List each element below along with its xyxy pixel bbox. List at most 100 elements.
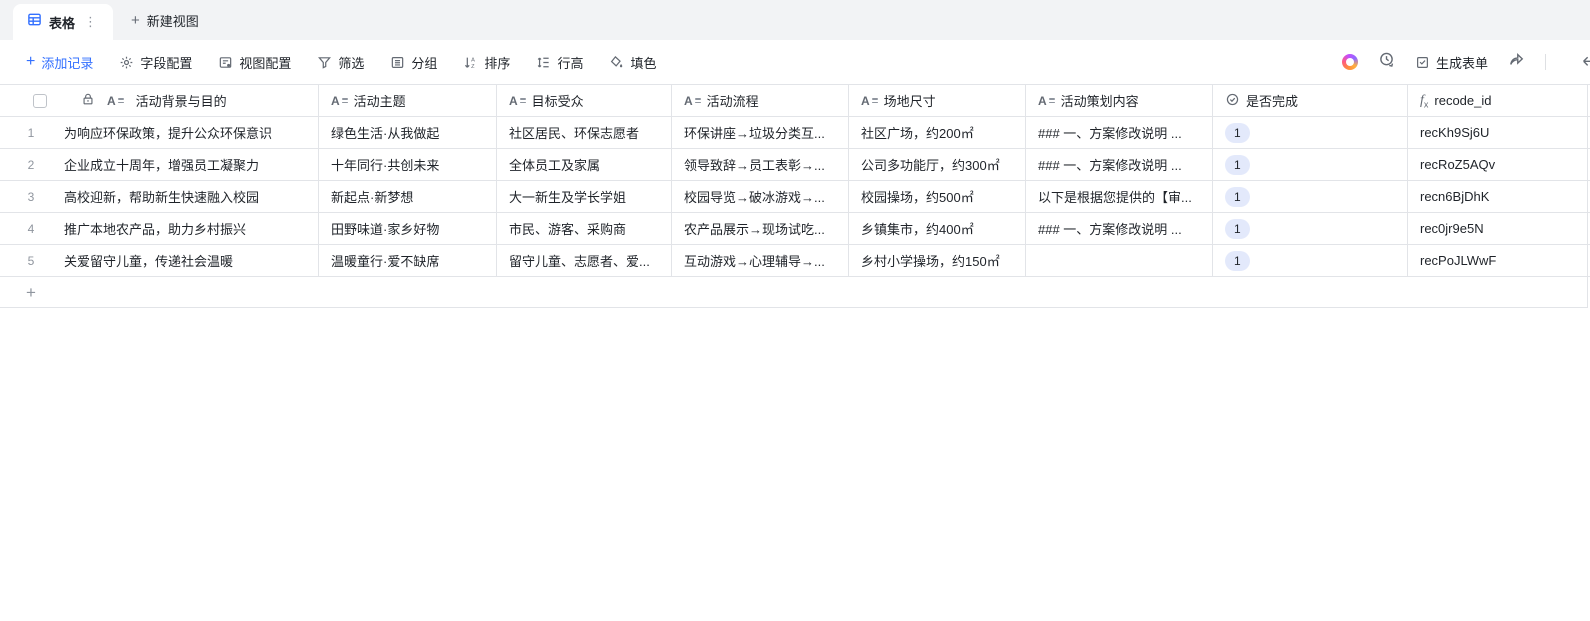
fill-color-button[interactable]: 填色 — [609, 53, 656, 72]
generate-form-button[interactable]: 生成表单 — [1415, 53, 1488, 72]
cell-planning[interactable]: 以下是根据您提供的【审... — [1026, 181, 1213, 212]
form-check-icon — [1415, 55, 1430, 70]
column-header-recode-id[interactable]: fx recode_id — [1408, 85, 1588, 116]
cell-flow[interactable]: 领导致辞→员工表彰→... — [672, 149, 849, 180]
cell-audience[interactable]: 全体员工及家属 — [497, 149, 672, 180]
tab-more-menu-icon[interactable]: ⋮ — [82, 14, 99, 30]
cell-venue[interactable]: 乡村小学操场，约150㎡ — [849, 245, 1026, 276]
column-header-label: 是否完成 — [1246, 91, 1298, 110]
cell-theme[interactable]: 田野味道·家乡好物 — [319, 213, 497, 244]
column-header-is-complete[interactable]: 是否完成 — [1213, 85, 1408, 116]
svg-text:A: A — [471, 57, 475, 63]
status-chip: 1 — [1225, 251, 1250, 271]
cell-flow[interactable]: 环保讲座→垃圾分类互... — [672, 117, 849, 148]
cell-flow[interactable]: 互动游戏→心理辅导→... — [672, 245, 849, 276]
row-number: 4 — [14, 222, 35, 236]
cell-complete[interactable]: 1 — [1213, 117, 1408, 148]
group-icon — [390, 55, 405, 70]
add-row-button[interactable]: + — [0, 277, 1588, 308]
grid-right-border — [1587, 85, 1588, 308]
row-height-button[interactable]: 行高 — [536, 53, 583, 72]
field-config-button[interactable]: 字段配置 — [119, 53, 192, 72]
cell-theme[interactable]: 绿色生活·从我做起 — [319, 117, 497, 148]
cell-planning[interactable]: ### 一、方案修改说明 ... — [1026, 149, 1213, 180]
add-view-label: 新建视图 — [147, 11, 199, 30]
cell-recode-id[interactable]: recRoZ5AQv — [1408, 149, 1588, 180]
cell-theme[interactable]: 温暖童行·爱不缺席 — [319, 245, 497, 276]
cell-audience[interactable]: 市民、游客、采购商 — [497, 213, 672, 244]
toolbar-right: 生成表单 — [1342, 51, 1590, 73]
data-grid: A 活动背景与目的 A 活动主题 A 目标受众 A 活动流程 A 场地尺寸 A … — [0, 85, 1590, 308]
sort-label: 排序 — [484, 53, 510, 72]
add-record-label: 添加记录 — [41, 53, 93, 72]
text-field-icon: A — [331, 95, 348, 107]
cell-flow[interactable]: 农产品展示→现场试吃... — [672, 213, 849, 244]
cell-complete[interactable]: 1 — [1213, 181, 1408, 212]
group-button[interactable]: 分组 — [390, 53, 437, 72]
text-field-icon: A — [861, 95, 878, 107]
column-header-activity-flow[interactable]: A 活动流程 — [672, 85, 849, 116]
column-header-label: 活动主题 — [354, 91, 406, 110]
cell-recode-id[interactable]: recKh9Sj6U — [1408, 117, 1588, 148]
cell-recode-id[interactable]: recn6BjDhK — [1408, 181, 1588, 212]
cell-audience[interactable]: 留守儿童、志愿者、爱... — [497, 245, 672, 276]
cell-background[interactable]: 3 高校迎新，帮助新生快速融入校园 — [0, 181, 319, 212]
cell-recode-id[interactable]: recPoJLWwF — [1408, 245, 1588, 276]
sort-button[interactable]: A Z 排序 — [463, 53, 510, 72]
group-label: 分组 — [411, 53, 437, 72]
select-all-checkbox[interactable] — [33, 94, 47, 108]
cell-background[interactable]: 1 为响应环保政策，提升公众环保意识 — [0, 117, 319, 148]
cell-flow[interactable]: 校园导览→破冰游戏→... — [672, 181, 849, 212]
cell-theme[interactable]: 新起点·新梦想 — [319, 181, 497, 212]
column-header-venue-size[interactable]: A 场地尺寸 — [849, 85, 1026, 116]
cell-recode-id[interactable]: rec0jr9e5N — [1408, 213, 1588, 244]
column-header-activity-background[interactable]: A 活动背景与目的 — [0, 85, 319, 116]
cell-theme[interactable]: 十年同行·共创未来 — [319, 149, 497, 180]
cell-audience[interactable]: 社区居民、环保志愿者 — [497, 117, 672, 148]
add-view-button[interactable]: + 新建视图 — [113, 0, 217, 40]
cell-background[interactable]: 4 推广本地农产品，助力乡村振兴 — [0, 213, 319, 244]
add-record-button[interactable]: + 添加记录 — [26, 53, 93, 72]
column-header-activity-theme[interactable]: A 活动主题 — [319, 85, 497, 116]
filter-funnel-icon — [317, 55, 332, 70]
row-number: 3 — [14, 190, 35, 204]
view-config-icon — [218, 55, 233, 70]
ai-assistant-icon[interactable] — [1342, 54, 1358, 70]
tab-table-view[interactable]: 表格 ⋮ — [13, 4, 113, 40]
column-header-planning-content[interactable]: A 活动策划内容 — [1026, 85, 1213, 116]
view-config-button[interactable]: 视图配置 — [218, 53, 291, 72]
cell-planning[interactable]: ### 一、方案修改说明 ... — [1026, 213, 1213, 244]
collapse-panel-arrow-icon[interactable] — [1580, 53, 1590, 75]
column-header-label: 活动策划内容 — [1061, 91, 1139, 110]
text-field-icon: A — [509, 95, 526, 107]
status-chip: 1 — [1225, 123, 1250, 143]
cell-complete[interactable]: 1 — [1213, 149, 1408, 180]
cell-audience[interactable]: 大一新生及学长学姐 — [497, 181, 672, 212]
field-config-label: 字段配置 — [140, 53, 192, 72]
cell-venue[interactable]: 公司多功能厅，约300㎡ — [849, 149, 1026, 180]
column-header-label: 场地尺寸 — [884, 91, 936, 110]
cell-background[interactable]: 2 企业成立十周年，增强员工凝聚力 — [0, 149, 319, 180]
table-row: 3 高校迎新，帮助新生快速融入校园 新起点·新梦想 大一新生及学长学姐 校园导览… — [0, 181, 1590, 213]
cell-venue[interactable]: 社区广场，约200㎡ — [849, 117, 1026, 148]
cell-planning[interactable] — [1026, 245, 1213, 276]
cell-background[interactable]: 5 关爱留守儿童，传递社会温暖 — [0, 245, 319, 276]
table-row: 4 推广本地农产品，助力乡村振兴 田野味道·家乡好物 市民、游客、采购商 农产品… — [0, 213, 1590, 245]
share-icon[interactable] — [1508, 51, 1525, 73]
column-header-label: recode_id — [1434, 93, 1491, 108]
column-header-label: 活动流程 — [707, 91, 759, 110]
cell-complete[interactable]: 1 — [1213, 213, 1408, 244]
circle-check-icon — [1225, 92, 1240, 110]
cell-complete[interactable]: 1 — [1213, 245, 1408, 276]
cell-venue[interactable]: 乡镇集市，约400㎡ — [849, 213, 1026, 244]
gear-icon — [119, 55, 134, 70]
filter-button[interactable]: 筛选 — [317, 53, 364, 72]
history-clock-icon[interactable] — [1378, 51, 1395, 73]
column-header-label: 目标受众 — [532, 91, 584, 110]
row-height-label: 行高 — [557, 53, 583, 72]
cell-planning[interactable]: ### 一、方案修改说明 ... — [1026, 117, 1213, 148]
lock-icon — [81, 92, 95, 109]
column-header-target-audience[interactable]: A 目标受众 — [497, 85, 672, 116]
header-row: A 活动背景与目的 A 活动主题 A 目标受众 A 活动流程 A 场地尺寸 A … — [0, 85, 1590, 117]
cell-venue[interactable]: 校园操场，约500㎡ — [849, 181, 1026, 212]
